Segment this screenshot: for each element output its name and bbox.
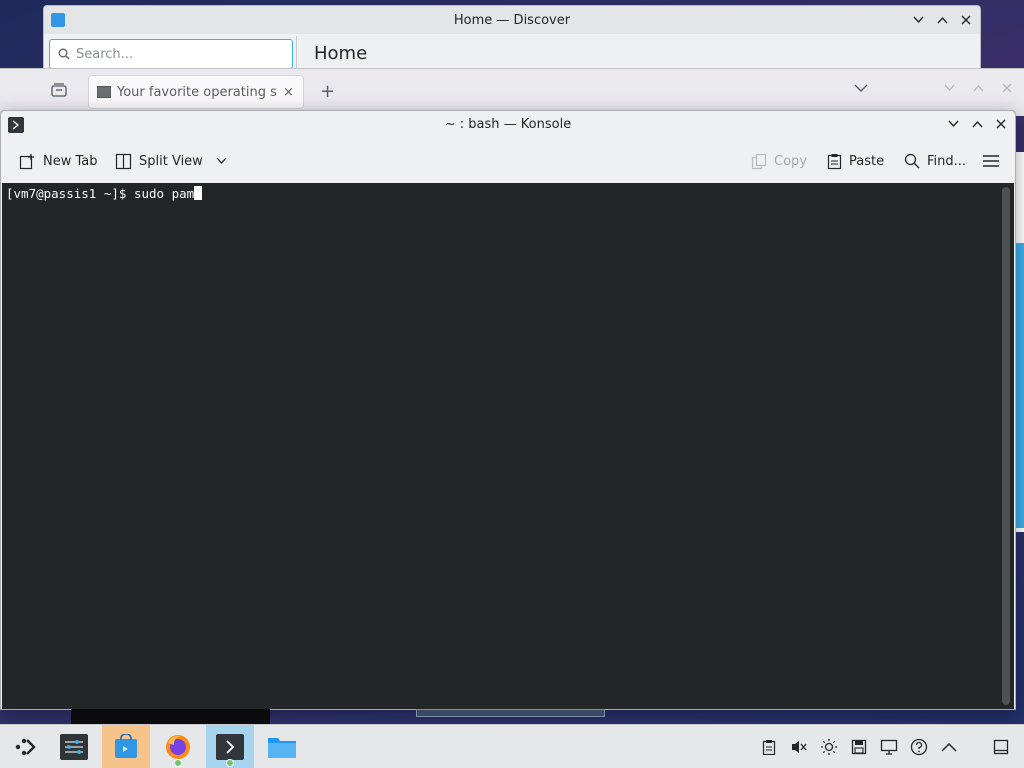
firefox-running-indicator	[174, 759, 182, 767]
chevron-up-icon	[936, 16, 948, 24]
konsole-minimize-button[interactable]	[945, 116, 961, 132]
discover-search-field[interactable]	[49, 39, 293, 69]
discover-close-button[interactable]	[958, 12, 974, 28]
konsole-titlebar[interactable]: ~ : bash — Konsole	[1, 111, 1015, 139]
window-preview-strip-2	[416, 709, 605, 717]
copy-label: Copy	[774, 153, 807, 169]
chevron-down-icon	[912, 16, 924, 24]
konsole-window: ~ : bash — Konsole New Tab Split View Co…	[0, 110, 1016, 710]
taskbar	[0, 724, 1024, 768]
discover-bag-icon	[115, 734, 137, 758]
discover-page-title: Home	[314, 43, 368, 64]
tab-close-icon[interactable]: ×	[283, 85, 294, 100]
background-scrollbar	[1015, 243, 1024, 528]
terminal-cursor	[194, 186, 203, 200]
firefox-minimize-icon[interactable]	[944, 84, 955, 92]
window-preview-strip	[71, 709, 270, 724]
discover-window-title: Home — Discover	[453, 13, 571, 28]
new-tab-label: New Tab	[43, 153, 98, 169]
chevron-down-icon	[947, 120, 959, 128]
konsole-window-title: ~ : bash — Konsole	[444, 117, 572, 132]
konsole-toolbar: New Tab Split View Copy Paste Find...	[1, 141, 1015, 181]
konsole-close-button[interactable]	[993, 116, 1009, 132]
find-button[interactable]: Find...	[904, 149, 966, 173]
discover-search-input[interactable]	[76, 46, 276, 62]
taskbar-discover[interactable]	[102, 725, 150, 768]
discover-minimize-button[interactable]	[910, 12, 926, 28]
folder-icon	[268, 738, 296, 758]
chevron-up-icon	[971, 120, 983, 128]
new-tab-button[interactable]: New Tab	[19, 149, 98, 173]
firefox-tab[interactable]: Your favorite operating sy ×	[88, 75, 304, 109]
split-view-button[interactable]: Split View	[115, 149, 227, 173]
clipboard-icon[interactable]	[760, 738, 778, 756]
kde-launcher-icon	[15, 738, 36, 756]
split-view-label: Split View	[139, 153, 203, 169]
taskbar-firefox[interactable]	[154, 725, 202, 768]
taskbar-konsole[interactable]	[206, 725, 254, 768]
paste-button[interactable]: Paste	[827, 149, 884, 173]
firefox-tab-title: Your favorite operating sy	[117, 84, 277, 100]
tab-favicon-icon	[97, 86, 111, 98]
tray-expand-icon[interactable]	[940, 738, 958, 756]
firefox-icon	[166, 735, 190, 759]
settings-sliders-icon	[60, 734, 88, 760]
disk-icon[interactable]	[850, 738, 868, 756]
hamburger-menu-icon	[983, 155, 999, 167]
system-tray	[760, 725, 1024, 768]
taskbar-dolphin[interactable]	[258, 725, 306, 768]
split-view-icon	[115, 153, 132, 169]
firefox-tab-list-button[interactable]	[50, 82, 70, 102]
paste-icon	[827, 153, 842, 169]
display-icon[interactable]	[880, 738, 898, 756]
firefox-maximize-icon[interactable]	[973, 84, 984, 92]
volume-muted-icon[interactable]	[790, 738, 808, 756]
firefox-list-all-tabs-icon[interactable]	[854, 83, 868, 93]
search-icon	[904, 153, 920, 169]
firefox-window: Your favorite operating sy × +	[0, 68, 1024, 116]
hamburger-menu-button[interactable]	[983, 149, 999, 173]
find-label: Find...	[927, 153, 967, 169]
close-icon	[996, 119, 1006, 129]
firefox-new-tab-button[interactable]: +	[320, 81, 335, 102]
terminal-input: sudo pam	[133, 186, 195, 201]
discover-maximize-button[interactable]	[934, 12, 950, 28]
copy-button[interactable]: Copy	[751, 149, 807, 173]
terminal-scrollbar[interactable]	[1002, 187, 1010, 705]
application-launcher-button[interactable]	[2, 725, 50, 768]
terminal-prompt: [vm7@passis1 ~]$	[6, 186, 134, 201]
close-icon	[961, 15, 971, 25]
terminal-area[interactable]: [vm7@passis1 ~]$ sudo pam	[2, 183, 1014, 709]
chevron-down-icon[interactable]	[216, 157, 227, 165]
list-tabs-icon	[51, 83, 67, 97]
discover-titlebar[interactable]: Home — Discover	[44, 6, 980, 34]
paste-label: Paste	[849, 153, 885, 169]
search-icon	[58, 48, 70, 60]
firefox-close-icon[interactable]	[1002, 83, 1012, 93]
terminal-icon	[216, 734, 244, 760]
copy-icon	[751, 153, 767, 169]
show-desktop-icon[interactable]	[992, 738, 1010, 756]
konsole-running-indicator	[226, 759, 234, 767]
taskbar-system-settings[interactable]	[50, 725, 98, 768]
konsole-maximize-button[interactable]	[969, 116, 985, 132]
brightness-icon[interactable]	[820, 738, 838, 756]
new-tab-icon	[19, 153, 34, 169]
terminal-line: [vm7@passis1 ~]$ sudo pam	[6, 186, 203, 201]
help-icon[interactable]	[910, 738, 928, 756]
